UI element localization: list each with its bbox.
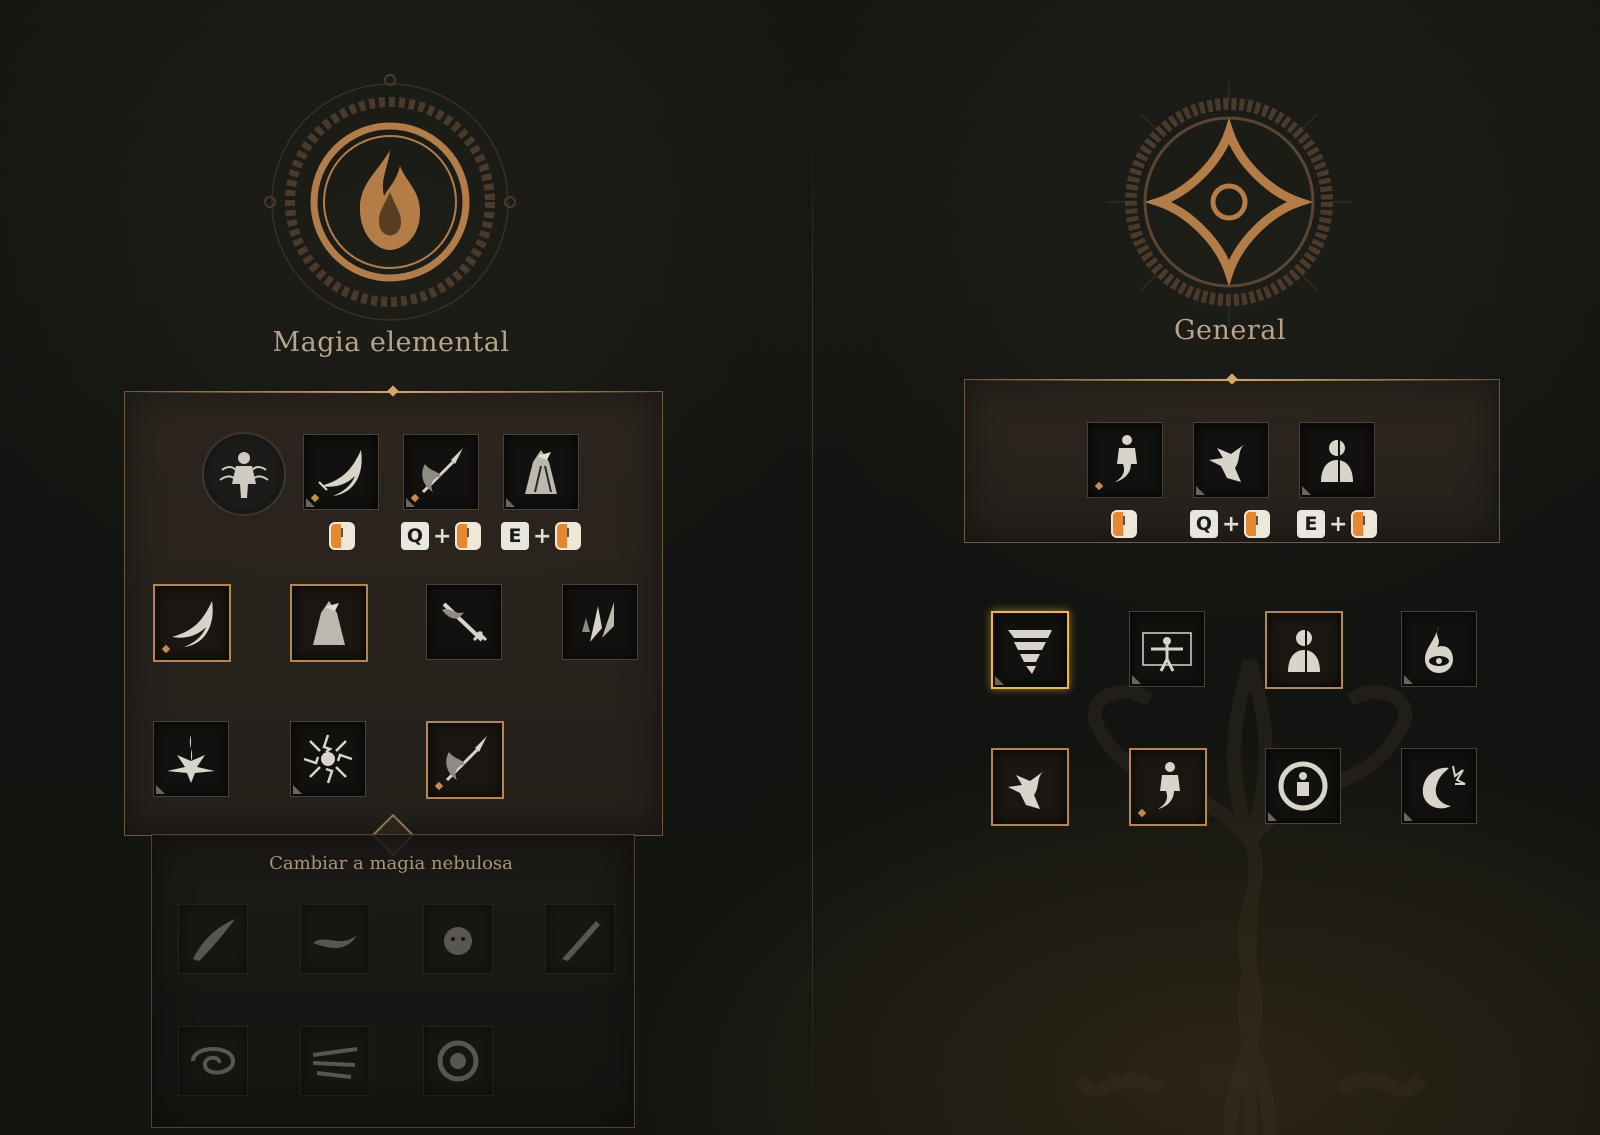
celtic-knot-emblem-icon (1099, 72, 1359, 332)
ice-shards-icon (582, 602, 614, 642)
column-divider (812, 120, 813, 1120)
general-binding-slot-2: Q + (1190, 510, 1271, 538)
skill-tornado[interactable] (991, 611, 1069, 689)
skill-flaming-sword[interactable] (426, 584, 502, 660)
flaming-spear-icon (421, 448, 463, 494)
spirit-figure-icon (1158, 762, 1180, 809)
panel-diamond-ornament (1226, 373, 1238, 385)
skill-moon-burst[interactable] (1401, 748, 1477, 824)
fire-emblem-icon (260, 72, 520, 332)
skill-binding-pose[interactable] (1129, 611, 1205, 687)
skill-ice-shards[interactable] (562, 584, 638, 660)
slot-corner (1404, 812, 1413, 821)
slot-corner (995, 676, 1004, 685)
slot-corner (506, 498, 515, 507)
plus-sign: + (1329, 511, 1348, 537)
key-e: E (1297, 510, 1325, 538)
left-click-icon (1244, 510, 1271, 538)
slot-corner (293, 785, 302, 794)
mist-vortex-icon (191, 1047, 236, 1075)
nebula-skill-7 (423, 1026, 493, 1096)
nebula-skill-4 (545, 904, 615, 974)
plus-sign: + (1222, 511, 1241, 537)
caster-portrait-icon (202, 432, 286, 516)
nebula-skill-5 (178, 1026, 248, 1096)
fire-burst-icon (167, 735, 215, 783)
panel-diamond-ornament (387, 385, 399, 397)
wind-dash-icon (1008, 771, 1044, 809)
skill-lightning-orb[interactable] (290, 721, 366, 797)
flame-eye-icon (1425, 627, 1453, 673)
skill-split-bust[interactable] (1265, 611, 1343, 689)
cloaked-mage-icon (313, 601, 345, 645)
shadow-blade-icon (562, 921, 600, 961)
wind-dash-icon (1209, 444, 1245, 482)
mist-rush-icon (312, 1047, 358, 1079)
binding-slot-3: E + (501, 522, 582, 550)
slot-corner (1404, 675, 1413, 684)
switch-to-nebula-button[interactable]: Cambiar a magia nebulosa (191, 853, 591, 874)
slot-corner (1132, 675, 1141, 684)
right-section-title: General (1173, 315, 1287, 346)
skill-warrior-ring[interactable] (1265, 748, 1341, 824)
nebula-skill-2 (300, 904, 370, 974)
tree-of-life-icon (1074, 658, 1426, 1135)
nebula-skill-3 (423, 904, 493, 974)
left-click-icon (329, 522, 355, 550)
fire-wave-icon (172, 601, 213, 647)
split-bust-icon (1321, 436, 1353, 484)
cloaked-mage-icon (525, 450, 557, 494)
binding-slot-1 (329, 522, 355, 550)
spirit-figure-icon (1115, 435, 1137, 482)
flaming-sword-icon (442, 602, 488, 642)
general-equipped-slot-2[interactable] (1193, 422, 1269, 498)
plus-sign: + (533, 523, 552, 549)
general-binding-slot-3: E + (1297, 510, 1378, 538)
nebula-skill-6 (300, 1026, 370, 1096)
fire-wave-icon (318, 450, 362, 496)
left-click-icon (455, 522, 482, 550)
split-bust-icon (1288, 626, 1320, 674)
binding-pose-icon (1142, 632, 1192, 672)
nebula-skill-1 (178, 904, 248, 974)
shadow-swirl-icon (313, 935, 357, 948)
key-q: Q (1190, 510, 1218, 538)
lightning-orb-icon (303, 734, 353, 784)
slot-corner (306, 498, 315, 507)
general-equipped-slot-3[interactable] (1299, 422, 1375, 498)
skill-fire-burst[interactable] (153, 721, 229, 797)
skill-flame-eye[interactable] (1401, 611, 1477, 687)
flaming-spear-icon (445, 736, 487, 782)
skill-flaming-spear[interactable] (426, 721, 504, 799)
left-click-icon (1111, 510, 1137, 538)
dark-orb-icon (437, 1040, 479, 1082)
warrior-ring-icon (1278, 761, 1328, 811)
moon-burst-icon (1422, 765, 1466, 809)
plus-sign: + (433, 523, 452, 549)
shadow-creature-icon (444, 927, 472, 955)
general-binding-slot-1 (1111, 510, 1137, 538)
binding-slot-2: Q + (401, 522, 482, 550)
slot-corner (156, 785, 165, 794)
equipped-slot-1[interactable] (303, 434, 379, 510)
slot-corner (1196, 486, 1205, 495)
left-section-title: Magia elemental (272, 327, 510, 358)
equipped-slot-3[interactable] (503, 434, 579, 510)
skill-spirit-figure[interactable] (1129, 748, 1207, 826)
key-q: Q (401, 522, 429, 550)
slot-corner (406, 498, 415, 507)
slot-corner (1268, 812, 1277, 821)
general-equipped-slot-1[interactable] (1087, 422, 1163, 498)
tornado-icon (1008, 630, 1052, 674)
left-click-icon (1351, 510, 1378, 538)
equipped-slot-2[interactable] (403, 434, 479, 510)
skill-fire-wave[interactable] (153, 584, 231, 662)
key-e: E (501, 522, 529, 550)
shadow-slash-icon (193, 919, 235, 961)
skill-cloaked-mage[interactable] (290, 584, 368, 662)
skill-wind-dash[interactable] (991, 748, 1069, 826)
slot-corner (1302, 486, 1311, 495)
left-click-icon (555, 522, 582, 550)
